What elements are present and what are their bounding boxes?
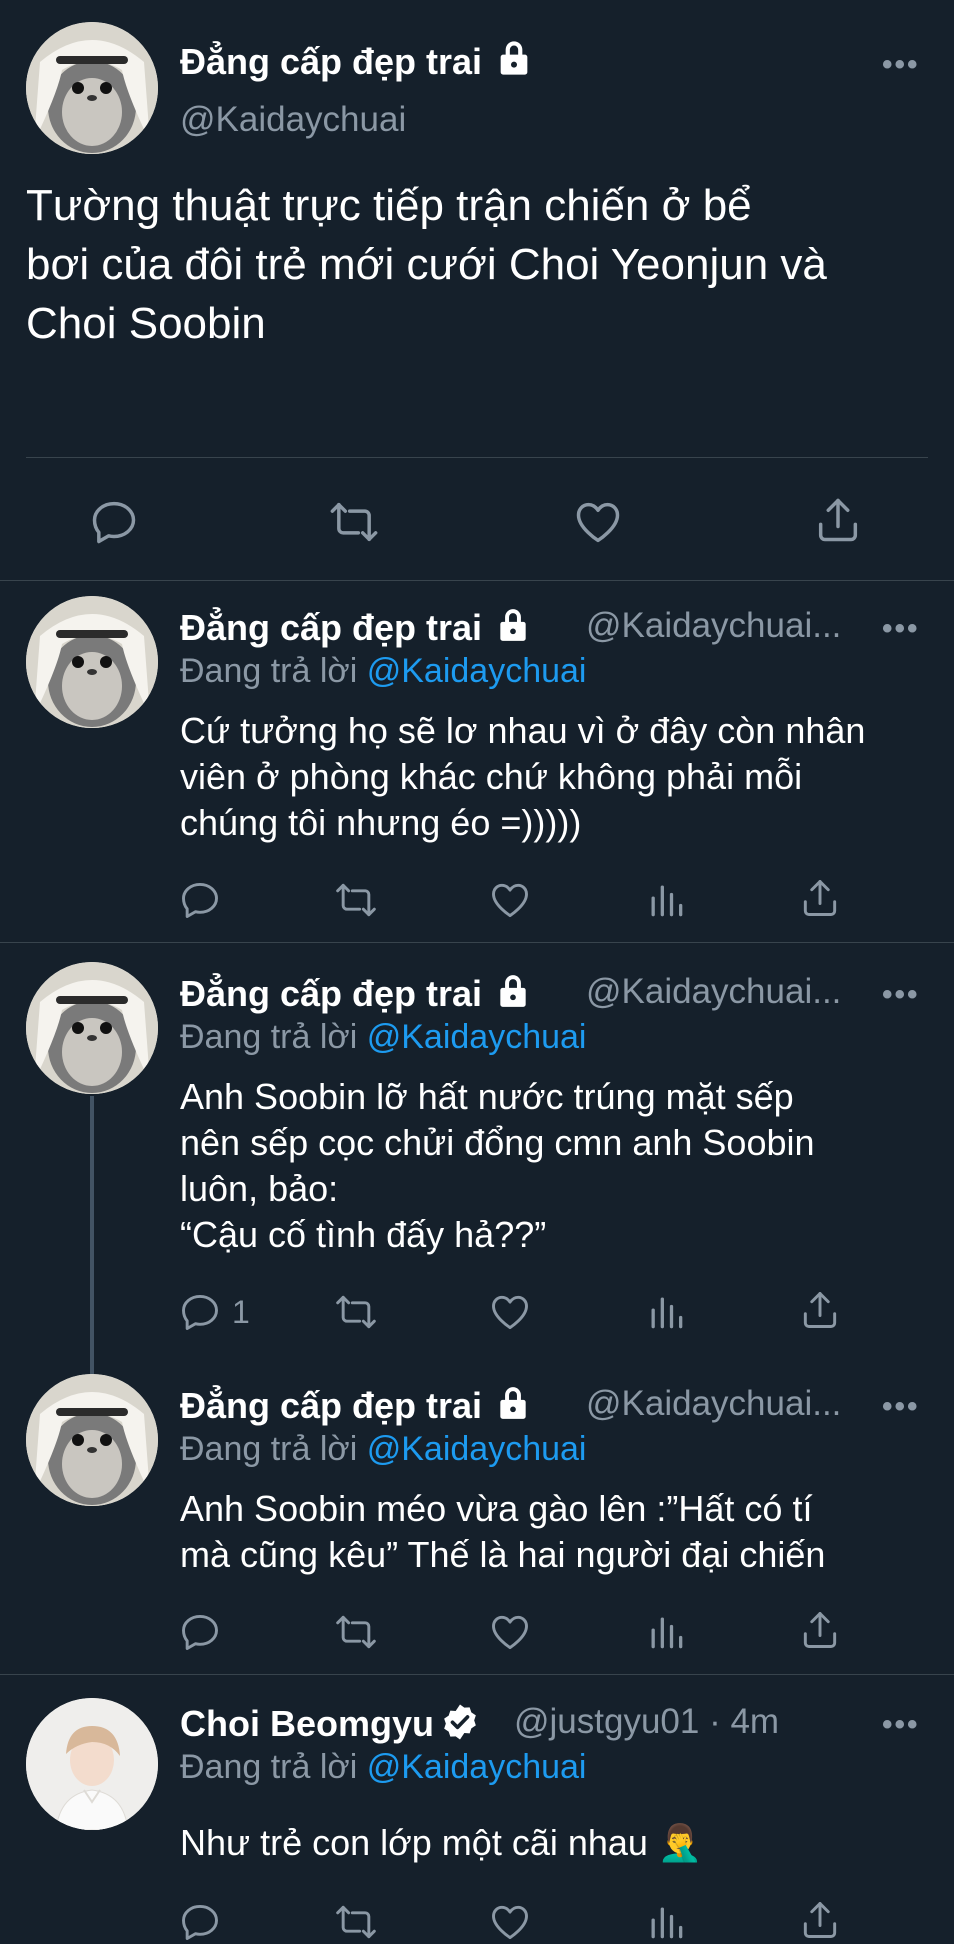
divider <box>26 457 928 458</box>
replying-to-link[interactable]: @Kaidaychuai <box>367 1018 587 1056</box>
tweet-text-line: bơi của đôi trẻ mới cưới Choi Yeonjun và <box>26 240 827 289</box>
tweet-text-line: Tường thuật trực tiếp trận chiến ở bể <box>26 181 752 230</box>
author-handle[interactable]: @Kaidaychuai... <box>586 606 841 646</box>
more-options-button[interactable]: ••• <box>882 1708 920 1742</box>
reply-button[interactable] <box>178 1610 222 1654</box>
retweet-button[interactable] <box>334 878 378 922</box>
replying-to: Đang trả lời @Kaidaychuai <box>180 652 587 690</box>
author-name[interactable]: Đẳng cấp đẹp trai <box>180 972 532 1015</box>
tweet-text-line: Anh Soobin méo vừa gào lên :”Hất có tí <box>180 1488 813 1529</box>
tweet-text-line: luôn, bảo: <box>180 1168 339 1209</box>
like-button[interactable] <box>572 496 624 548</box>
replying-to-link[interactable]: @Kaidaychuai <box>367 1748 587 1786</box>
tweet-text-line: nên sếp cọc chửi đổng cmn anh Soobin <box>180 1122 815 1163</box>
retweet-button[interactable] <box>334 1900 378 1944</box>
author-name[interactable]: Đẳng cấp đẹp trai <box>180 38 534 83</box>
share-button[interactable] <box>798 876 842 920</box>
lock-icon <box>494 1384 532 1422</box>
lock-icon <box>494 38 534 78</box>
person-avatar-image <box>26 1698 158 1830</box>
author-name[interactable]: Choi Beomgyu <box>180 1702 480 1745</box>
avatar[interactable] <box>26 22 158 154</box>
penguin-avatar-image <box>26 596 158 728</box>
divider <box>0 1674 954 1675</box>
author-handle[interactable]: @Kaidaychuai <box>180 100 406 140</box>
more-options-button[interactable]: ••• <box>882 978 920 1012</box>
reply-button[interactable]: 1 <box>178 1290 250 1334</box>
share-button[interactable] <box>798 1608 842 1652</box>
analytics-button[interactable] <box>644 1900 688 1944</box>
more-options-button[interactable]: ••• <box>882 48 920 82</box>
author-handle[interactable]: @justgyu01 · 4m <box>514 1702 779 1742</box>
retweet-button[interactable] <box>328 496 380 548</box>
author-name[interactable]: Đẳng cấp đẹp trai <box>180 606 532 649</box>
like-button[interactable] <box>488 1290 532 1334</box>
more-options-button[interactable]: ••• <box>882 612 920 646</box>
tweet-text-line: viên ở phòng khác chứ không phải mỗi <box>180 756 803 797</box>
avatar[interactable] <box>26 1374 158 1506</box>
tweet-text-line: Cứ tưởng họ sẽ lơ nhau vì ở đây còn nhân <box>180 710 866 751</box>
tweet-text: Cứ tưởng họ sẽ lơ nhau vì ở đây còn nhân… <box>180 708 940 846</box>
reply-button[interactable] <box>178 1900 222 1944</box>
reply-count: 1 <box>232 1293 250 1330</box>
analytics-button[interactable] <box>644 1610 688 1654</box>
author-name[interactable]: Đẳng cấp đẹp trai <box>180 1384 532 1427</box>
tweet-text-line: mà cũng kêu” Thế là hai người đại chiến <box>180 1534 826 1575</box>
like-button[interactable] <box>488 1610 532 1654</box>
divider <box>0 580 954 581</box>
retweet-button[interactable] <box>334 1290 378 1334</box>
share-button[interactable] <box>798 1898 842 1942</box>
tweet-text-line: Như trẻ con lớp một cãi nhau 🤦‍♂️ <box>180 1822 703 1863</box>
avatar[interactable] <box>26 962 158 1094</box>
replying-to: Đang trả lời @Kaidaychuai <box>180 1018 587 1056</box>
tweet-text: Như trẻ con lớp một cãi nhau 🤦‍♂️ <box>180 1820 940 1866</box>
retweet-button[interactable] <box>334 1610 378 1654</box>
tweet-text: Anh Soobin lỡ hất nước trúng mặt sếp nên… <box>180 1074 940 1258</box>
avatar[interactable] <box>26 1698 158 1830</box>
penguin-avatar-image <box>26 962 158 1094</box>
tweet-text-line: Anh Soobin lỡ hất nước trúng mặt sếp <box>180 1076 794 1117</box>
analytics-button[interactable] <box>644 1290 688 1334</box>
share-button[interactable] <box>812 494 864 546</box>
author-handle[interactable]: @Kaidaychuai... <box>586 972 841 1012</box>
lock-icon <box>494 606 532 644</box>
author-handle[interactable]: @Kaidaychuai... <box>586 1384 841 1424</box>
thread-connector-line <box>90 1096 94 1374</box>
avatar[interactable] <box>26 596 158 728</box>
verified-badge-icon <box>440 1702 480 1742</box>
reply-button[interactable] <box>178 878 222 922</box>
replying-to-link[interactable]: @Kaidaychuai <box>367 1430 587 1468</box>
penguin-avatar-image <box>26 1374 158 1506</box>
replying-to: Đang trả lời @Kaidaychuai <box>180 1748 587 1786</box>
replying-to-link[interactable]: @Kaidaychuai <box>367 652 587 690</box>
tweet-text-line: Choi Soobin <box>26 299 266 348</box>
divider <box>0 942 954 943</box>
tweet-text-line: “Cậu cố tình đấy hả??” <box>180 1214 547 1255</box>
tweet-text-line: chúng tôi nhưng éo =))))) <box>180 802 582 843</box>
replying-to: Đang trả lời @Kaidaychuai <box>180 1430 587 1468</box>
like-button[interactable] <box>488 1900 532 1944</box>
tweet-text: Tường thuật trực tiếp trận chiến ở bể bơ… <box>26 176 946 353</box>
lock-icon <box>494 972 532 1010</box>
share-button[interactable] <box>798 1288 842 1332</box>
penguin-avatar-image <box>26 22 158 154</box>
reply-button[interactable] <box>88 496 140 548</box>
analytics-button[interactable] <box>644 878 688 922</box>
more-options-button[interactable]: ••• <box>882 1390 920 1424</box>
tweet-text: Anh Soobin méo vừa gào lên :”Hất có tí m… <box>180 1486 940 1578</box>
like-button[interactable] <box>488 878 532 922</box>
